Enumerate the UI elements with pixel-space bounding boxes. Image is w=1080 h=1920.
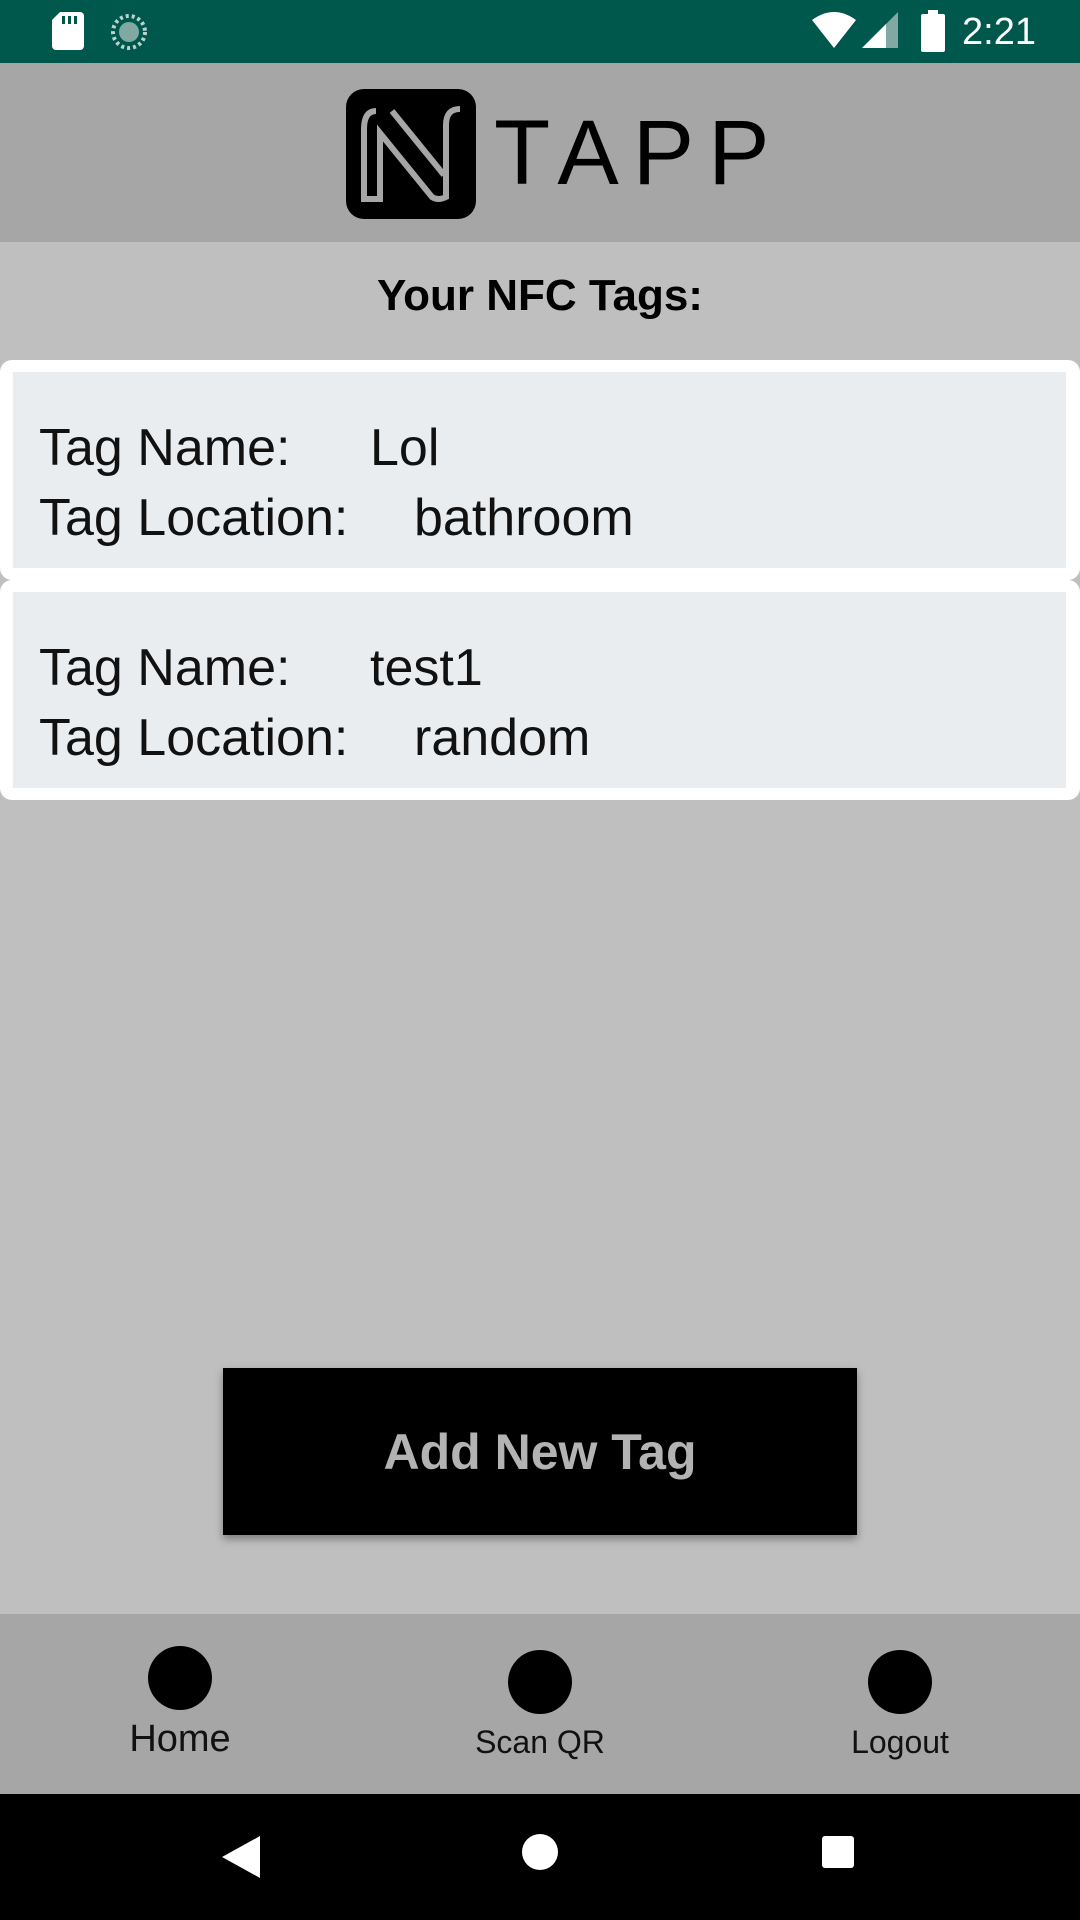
- sd-card-icon: [52, 12, 84, 50]
- tag-name-value: Lol: [370, 419, 440, 477]
- tag-location-label: Tag Location:: [39, 489, 349, 547]
- tag-name-label: Tag Name:: [39, 639, 291, 697]
- tag-card[interactable]: Tag Name: test1 Tag Location: random: [0, 580, 1080, 800]
- logout-nav-icon: [868, 1650, 932, 1714]
- system-nav-bar: [0, 1794, 1080, 1920]
- tag-card-body: Tag Name: Lol Tag Location: bathroom: [13, 372, 1066, 568]
- nav-label-logout: Logout: [851, 1724, 949, 1760]
- tag-name-label: Tag Name:: [39, 419, 291, 477]
- status-time: 2:21: [962, 11, 1036, 53]
- home-nav-icon: [148, 1646, 212, 1710]
- nav-label-home: Home: [129, 1718, 231, 1760]
- status-bar: 2:21: [0, 0, 1080, 63]
- app-logo-text: TAPP: [494, 102, 784, 204]
- sync-icon: [111, 14, 147, 50]
- nav-item-home[interactable]: Home: [60, 1614, 300, 1794]
- app-header: TAPP: [0, 63, 1080, 242]
- back-icon[interactable]: [220, 1834, 262, 1880]
- app-screen: 2:21 TAPP Your NFC Tags: Tag Name: Lol T…: [0, 0, 1080, 1920]
- nfc-n-logo-icon: [346, 89, 476, 219]
- tag-location-value: bathroom: [414, 489, 634, 547]
- tag-location-row: Tag Location: bathroom: [39, 488, 634, 548]
- recents-icon[interactable]: [822, 1836, 854, 1868]
- tag-card-body: Tag Name: test1 Tag Location: random: [13, 592, 1066, 788]
- nav-label-scan-qr: Scan QR: [475, 1724, 605, 1760]
- battery-icon: [921, 10, 945, 52]
- tag-location-value: random: [414, 709, 591, 767]
- tag-name-value: test1: [370, 639, 483, 697]
- signal-icon: [862, 12, 898, 48]
- tag-name-row: Tag Name: test1: [39, 638, 483, 698]
- bottom-nav: Home Scan QR Logout: [0, 1614, 1080, 1794]
- tag-name-row: Tag Name: Lol: [39, 418, 439, 478]
- scan-qr-nav-icon: [508, 1650, 572, 1714]
- page-title: Your NFC Tags:: [377, 271, 703, 320]
- tag-location-row: Tag Location: random: [39, 708, 590, 768]
- tag-location-label: Tag Location:: [39, 709, 349, 767]
- tag-card[interactable]: Tag Name: Lol Tag Location: bathroom: [0, 360, 1080, 580]
- add-new-tag-button[interactable]: Add New Tag: [223, 1368, 857, 1535]
- wifi-icon: [812, 12, 856, 48]
- nav-item-scan-qr[interactable]: Scan QR: [420, 1614, 660, 1794]
- home-icon[interactable]: [522, 1834, 558, 1870]
- nav-item-logout[interactable]: Logout: [780, 1614, 1020, 1794]
